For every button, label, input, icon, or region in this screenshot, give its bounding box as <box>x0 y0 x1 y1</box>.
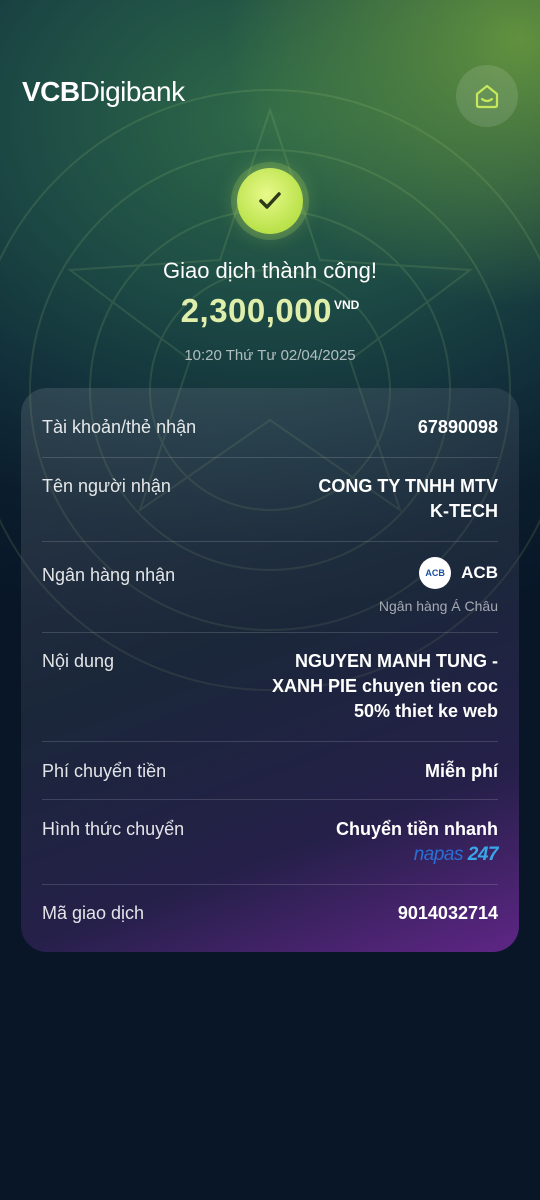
content-line-1: NGUYEN MANH TUNG - <box>295 651 498 671</box>
row-account: Tài khoản/thẻ nhận 67890098 <box>42 388 498 458</box>
recipient-value: CONG TY TNHH MTV K-TECH <box>318 474 498 524</box>
recipient-label: Tên người nhận <box>42 476 171 496</box>
transaction-id-label: Mã giao dịch <box>42 903 145 923</box>
row-fee: Phí chuyển tiền Miễn phí <box>42 741 498 800</box>
content-line-2: XANH PIE chuyen tien coc <box>271 676 498 696</box>
fee-value: Miễn phí <box>425 761 498 781</box>
amount-display: 2,300,000 VND <box>0 292 540 330</box>
success-check-badge <box>237 168 303 234</box>
content-label: Nội dung <box>42 651 115 671</box>
row-content: Nội dung NGUYEN MANH TUNG - XANH PIE chu… <box>42 632 498 742</box>
fee-label: Phí chuyển tiền <box>42 761 167 781</box>
content-value: NGUYEN MANH TUNG - XANH PIE chuyen tien … <box>272 649 498 724</box>
bank-fullname: Ngân hàng Á Châu <box>378 598 498 614</box>
bank-value: ACB ACB <box>419 557 498 589</box>
transaction-datetime: 10:20 Thứ Tư 02/04/2025 <box>184 347 356 364</box>
transaction-id-value: 9014032714 <box>397 903 498 923</box>
currency-label: VND <box>333 298 360 312</box>
transaction-details-card: Tài khoản/thẻ nhận 67890098 Tên người nh… <box>21 388 519 952</box>
method-label: Hình thức chuyển <box>42 819 185 839</box>
bank-label: Ngân hàng nhận <box>42 565 176 585</box>
recipient-line-1: CONG TY TNHH MTV <box>318 476 498 496</box>
napas-247: 247 <box>467 844 499 865</box>
account-value: 67890098 <box>417 417 498 437</box>
row-method: Hình thức chuyển Chuyển tiền nhanh napas… <box>42 799 499 885</box>
napas247-logo: napas 247 <box>413 844 499 866</box>
row-transaction-id: Mã giao dịch 9014032714 <box>42 884 498 952</box>
row-recipient: Tên người nhận CONG TY TNHH MTV K-TECH <box>42 457 498 542</box>
bank-code: ACB <box>461 563 498 582</box>
method-value: Chuyển tiền nhanh <box>336 819 498 839</box>
row-bank: Ngân hàng nhận ACB ACB Ngân hàng Á Châu <box>42 541 498 633</box>
brand-logo: VCBDigibank <box>22 76 185 108</box>
napas-text: napas <box>413 844 464 865</box>
check-icon <box>259 192 281 209</box>
recipient-line-2: K-TECH <box>430 501 498 521</box>
amount-value: 2,300,000 <box>180 292 332 329</box>
home-icon <box>475 84 499 109</box>
brand-digibank: Digibank <box>79 76 185 107</box>
brand-vcb: VCB <box>22 76 80 107</box>
acb-logo-icon: ACB <box>419 557 452 589</box>
home-button[interactable] <box>456 65 518 127</box>
account-label: Tài khoản/thẻ nhận <box>42 417 197 437</box>
success-title: Giao dịch thành công! <box>162 258 378 283</box>
content-line-3: 50% thiet ke web <box>353 701 498 721</box>
